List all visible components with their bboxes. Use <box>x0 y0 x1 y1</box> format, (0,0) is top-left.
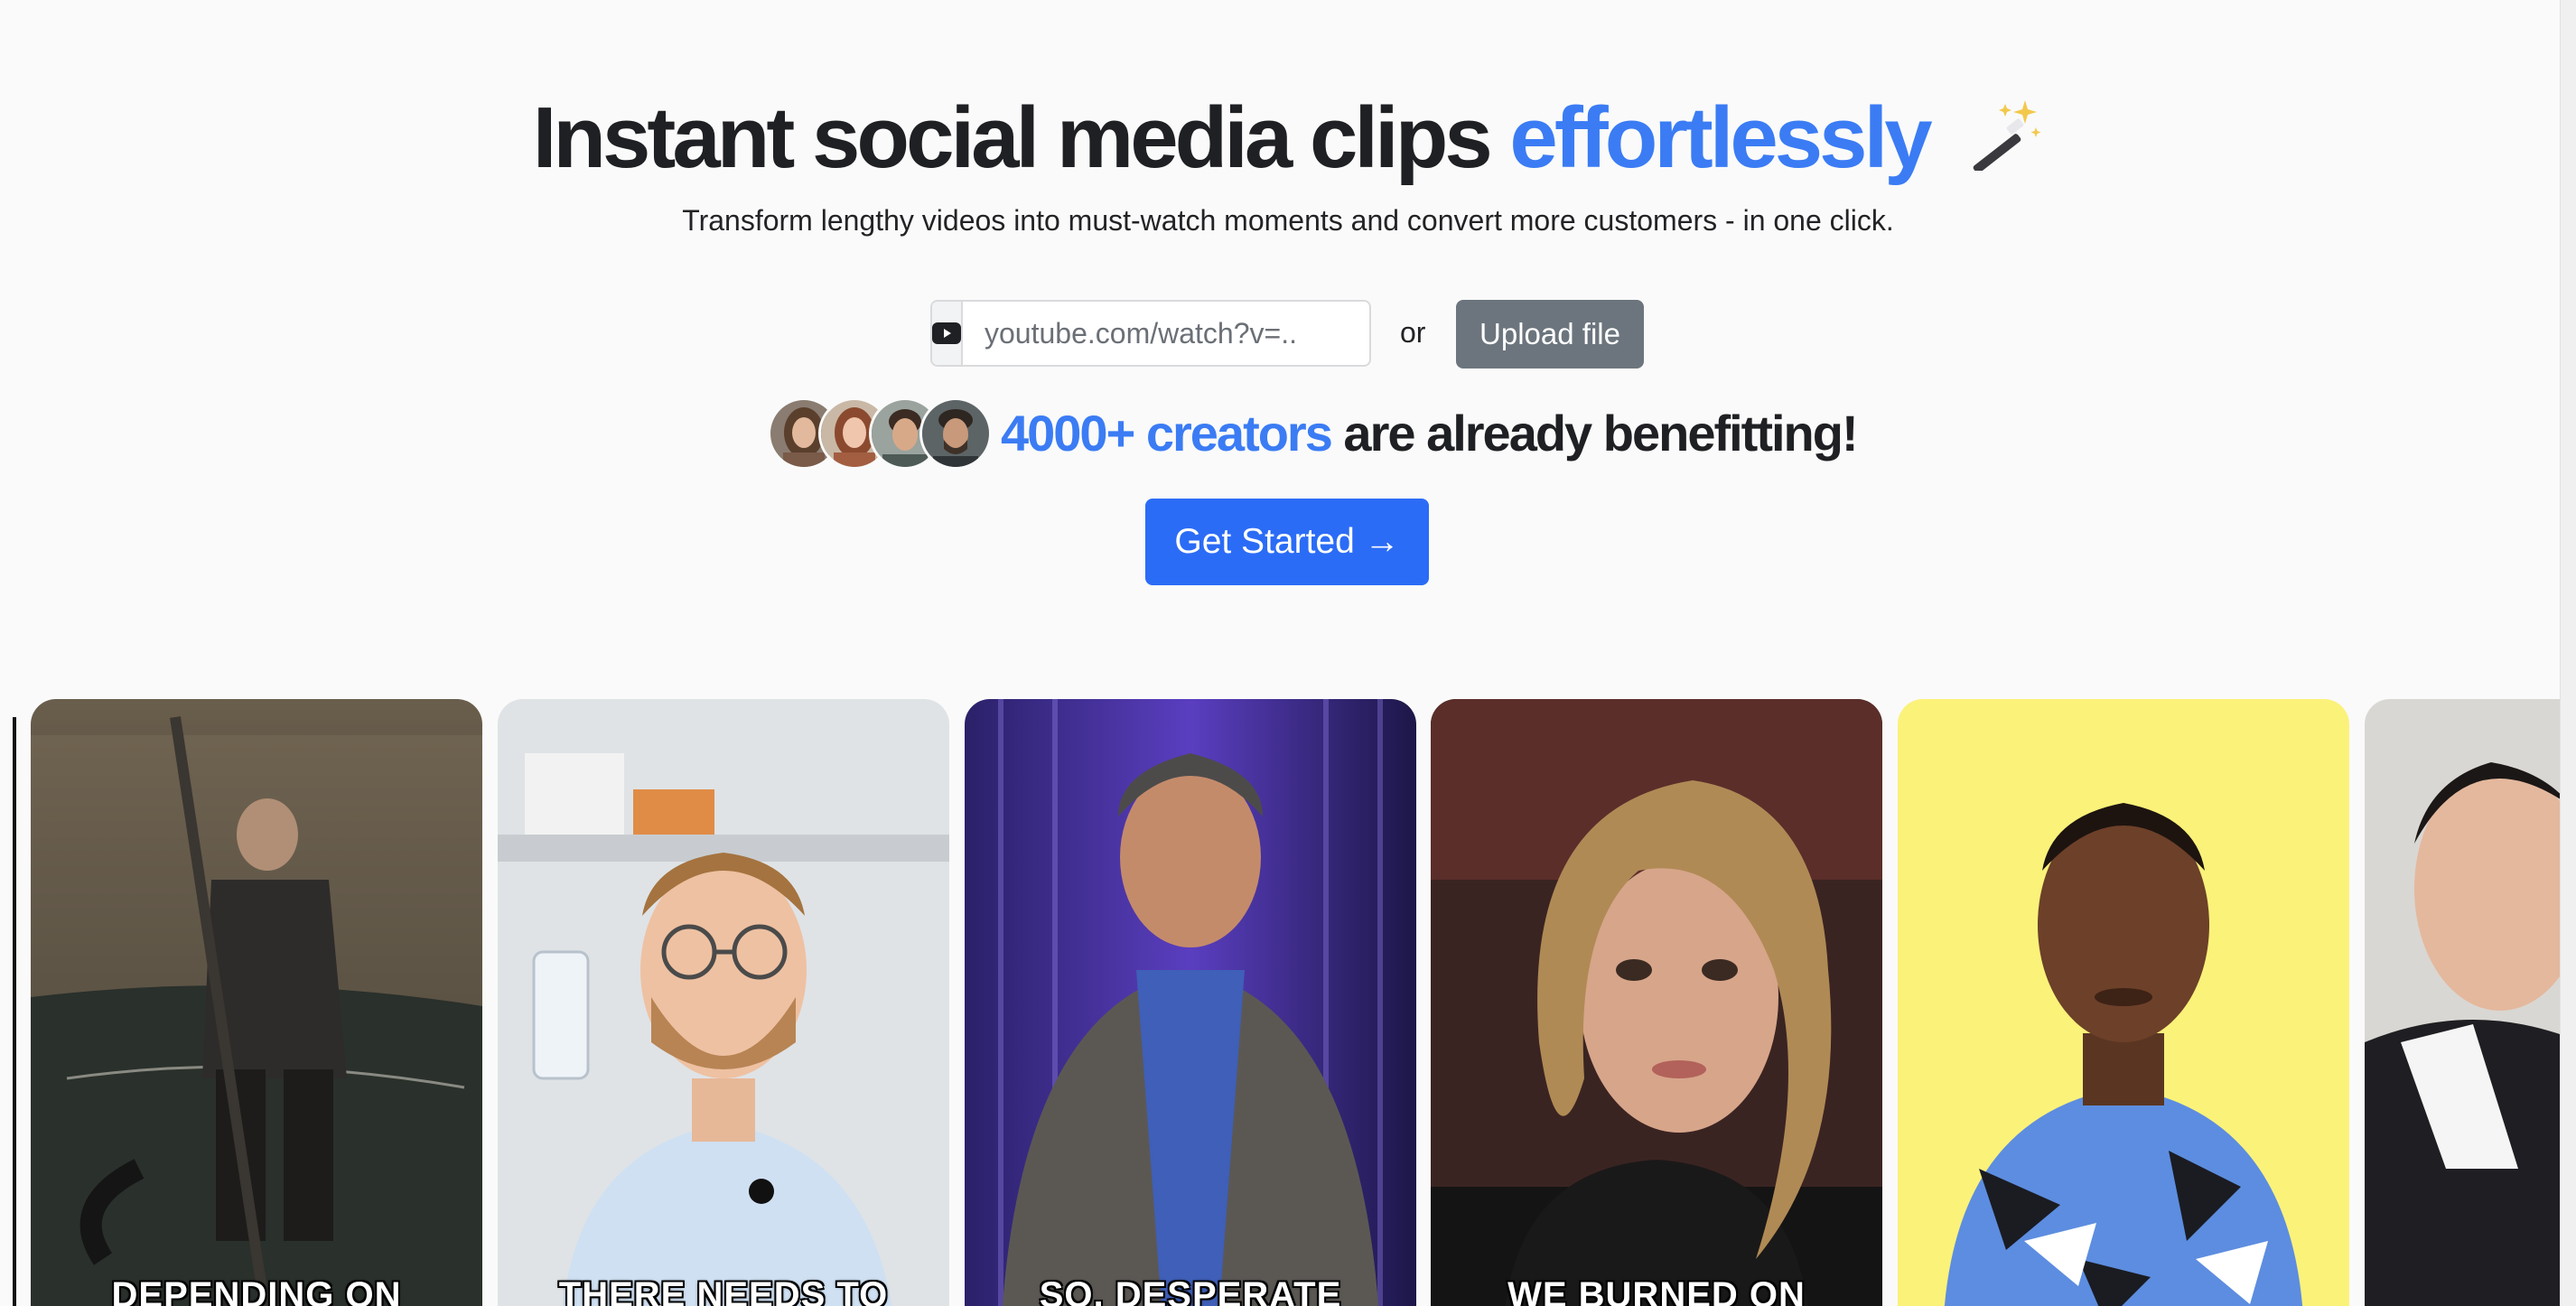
page-scrollbar[interactable] <box>2560 0 2576 1306</box>
clip-card[interactable]: THERE NEEDS TO <box>498 699 949 1306</box>
clip-thumbnail <box>1898 699 2349 1306</box>
creators-count: 4000+ creators <box>1001 404 1333 462</box>
clip-card[interactable] <box>2365 699 2560 1306</box>
creators-rest: are already benefitting! <box>1343 404 1858 462</box>
social-proof: 4000+ creators are already benefitting! <box>768 397 1859 470</box>
page-title: Instant social media clips effortlessly <box>0 89 2576 191</box>
headline-main: Instant social media clips <box>532 89 1493 186</box>
creators-count-text: 4000+ creators are already benefitting! <box>1001 404 1859 462</box>
creator-avatars <box>768 397 992 470</box>
avatar <box>919 397 992 470</box>
clip-card[interactable] <box>1898 699 2349 1306</box>
clip-caption: THERE NEEDS TO <box>558 1275 889 1306</box>
clip-carousel: DEPENDING ON THERE NEEDS TO SO, DESPERAT… <box>0 699 2560 1306</box>
clip-card[interactable]: DEPENDING ON <box>31 699 482 1306</box>
landing-page: Instant social media clips effortlessly … <box>0 0 2576 1306</box>
hero-subtitle: Transform lengthy videos into must-watch… <box>682 204 1894 237</box>
clip-caption: DEPENDING ON <box>111 1275 402 1306</box>
or-separator: or <box>1400 316 1426 349</box>
clip-thumbnail <box>2365 699 2560 1306</box>
clip-card[interactable]: SO, DESPERATE <box>965 699 1416 1306</box>
magic-wand-icon <box>1960 92 2043 191</box>
clip-thumbnail <box>31 699 482 1306</box>
clip-caption: WE BURNED ON <box>1507 1275 1806 1306</box>
clip-thumbnail <box>965 699 1416 1306</box>
clip-thumbnail <box>1431 699 1882 1306</box>
video-url-form <box>930 300 1371 367</box>
clip-caption: SO, DESPERATE <box>1039 1275 1342 1306</box>
get-started-button[interactable]: Get Started → <box>1145 499 1429 585</box>
clip-thumbnail <box>498 699 949 1306</box>
upload-file-button[interactable]: Upload file <box>1456 300 1644 368</box>
headline-accent: effortlessly <box>1509 89 1932 186</box>
video-url-input[interactable] <box>963 302 1369 365</box>
youtube-icon <box>932 302 963 365</box>
previous-clip-edge <box>13 717 16 1306</box>
clip-card[interactable]: WE BURNED ON <box>1431 699 1882 1306</box>
